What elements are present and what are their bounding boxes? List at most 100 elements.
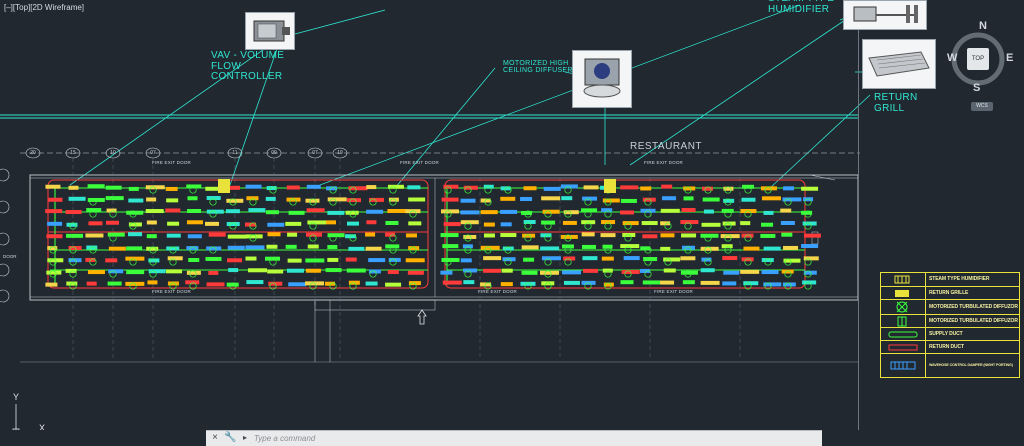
- hvac-tag: [642, 234, 658, 239]
- hvac-tag: [660, 208, 680, 213]
- hvac-tag: [86, 281, 97, 286]
- hvac-tag: [801, 186, 819, 191]
- hvac-tag: [702, 197, 720, 202]
- fire-exit-label: FIRE EXIT DOOR: [152, 289, 191, 294]
- hvac-tag: [581, 232, 595, 237]
- hvac-tag: [287, 258, 302, 263]
- command-input[interactable]: [254, 432, 814, 444]
- hvac-tag: [781, 232, 793, 237]
- hvac-tag: [65, 210, 82, 215]
- hvac-tag: [442, 280, 462, 285]
- hvac-tag: [681, 245, 695, 250]
- legend-row: MOTORIZED TURBULATED DIFFUZOR: [881, 299, 1019, 315]
- hvac-tag: [105, 258, 118, 263]
- hvac-tag: [227, 258, 243, 263]
- grid-number: 11: [232, 150, 238, 156]
- hvac-tag: [641, 221, 658, 226]
- grid-number: 07: [312, 150, 318, 156]
- hvac-tag: [600, 233, 616, 238]
- close-icon[interactable]: ×: [210, 433, 220, 443]
- hvac-tag: [703, 209, 714, 214]
- hvac-tag: [560, 234, 578, 239]
- viewcube[interactable]: N W E S TOP WCS: [945, 18, 1024, 118]
- hvac-tag: [701, 222, 721, 227]
- hvac-tag: [265, 210, 279, 215]
- wcs-menu-button[interactable]: WCS: [971, 102, 993, 111]
- hvac-tag: [740, 269, 760, 274]
- hvac-tag: [581, 208, 598, 213]
- fire-exit-label: FIRE EXIT DOOR: [152, 160, 191, 165]
- hvac-tag: [205, 221, 220, 226]
- hvac-tag: [763, 210, 774, 215]
- hvac-tag: [165, 208, 181, 213]
- fire-exit-label: FIRE EXIT DOOR: [478, 289, 517, 294]
- diffuser-annotation: MOTORIZED HIGH CEILING DIFFUSER: [503, 60, 573, 75]
- hvac-tag: [188, 258, 200, 263]
- hvac-tag: [440, 233, 459, 238]
- hvac-tag: [227, 245, 245, 250]
- hvac-tag: [761, 270, 779, 275]
- hvac-tag: [87, 184, 105, 189]
- hvac-tag: [227, 234, 247, 239]
- hvac-tag: [66, 233, 84, 238]
- hvac-tag: [520, 281, 536, 286]
- hvac-tag: [680, 256, 696, 261]
- hvac-tag: [265, 196, 276, 201]
- hvac-tag: [208, 232, 226, 237]
- hvac-tag: [741, 233, 754, 238]
- fire-exit-label: FIRE EXIT DOOR: [644, 160, 683, 165]
- room-label-restaurant: RESTAURANT: [630, 141, 703, 152]
- hvac-tag: [540, 246, 560, 251]
- hvac-tag: [462, 244, 473, 249]
- hvac-tag: [581, 220, 596, 225]
- wrench-icon[interactable]: 🔧: [224, 433, 236, 443]
- hvac-tag: [480, 210, 498, 215]
- hvac-tag: [327, 244, 338, 249]
- hvac-tag: [225, 209, 240, 214]
- hvac-tag: [105, 220, 119, 225]
- hvac-tag: [442, 244, 459, 249]
- hvac-tag: [803, 197, 814, 202]
- hvac-tag: [443, 222, 461, 227]
- hvac-tag: [681, 208, 696, 213]
- hvac-tag: [681, 233, 697, 238]
- hvac-tag: [286, 268, 304, 273]
- hvac-tag: [440, 270, 453, 275]
- hvac-tag: [125, 256, 145, 261]
- model-viewport[interactable]: [–][Top][2D Wireframe] VAV - VOLUME FLOW…: [0, 0, 1024, 445]
- hvac-tag: [801, 244, 819, 249]
- hvac-tag: [582, 196, 598, 201]
- hvac-tag: [385, 282, 402, 287]
- hvac-tag: [165, 186, 178, 191]
- viewcube-top-face[interactable]: TOP: [967, 48, 989, 70]
- hvac-tag: [803, 233, 821, 238]
- command-line[interactable]: × 🔧 ▸: [206, 430, 822, 446]
- hvac-tag: [407, 185, 421, 190]
- chevron-right-icon[interactable]: ▸: [240, 433, 250, 443]
- hvac-tag: [500, 282, 513, 287]
- humidifier-annotation: STEAM TYPE HUMIDIFIER: [768, 0, 834, 15]
- hvac-tag: [583, 268, 599, 273]
- compass-south[interactable]: S: [973, 82, 980, 94]
- hvac-tag: [441, 197, 459, 202]
- hvac-tag: [562, 270, 582, 275]
- hvac-tag: [520, 197, 533, 202]
- hvac-tag: [88, 221, 103, 226]
- hvac-tag: [483, 222, 495, 227]
- hvac-tag: [541, 196, 561, 201]
- compass-north[interactable]: N: [979, 20, 987, 32]
- return-grill-photo: [862, 39, 936, 89]
- compass-east[interactable]: E: [1006, 52, 1013, 64]
- hvac-tag: [86, 208, 102, 213]
- hvac-tag: [186, 270, 201, 275]
- hvac-tag: [761, 222, 774, 227]
- hvac-tag: [662, 196, 677, 201]
- hvac-tag: [763, 282, 782, 287]
- hvac-tag: [407, 270, 424, 275]
- hvac-tag: [781, 269, 794, 274]
- compass-west[interactable]: W: [947, 52, 957, 64]
- hvac-tag: [205, 186, 219, 191]
- hvac-tag: [128, 186, 139, 191]
- hvac-tag: [185, 280, 200, 285]
- diffuser-symbol-icon: [881, 300, 926, 315]
